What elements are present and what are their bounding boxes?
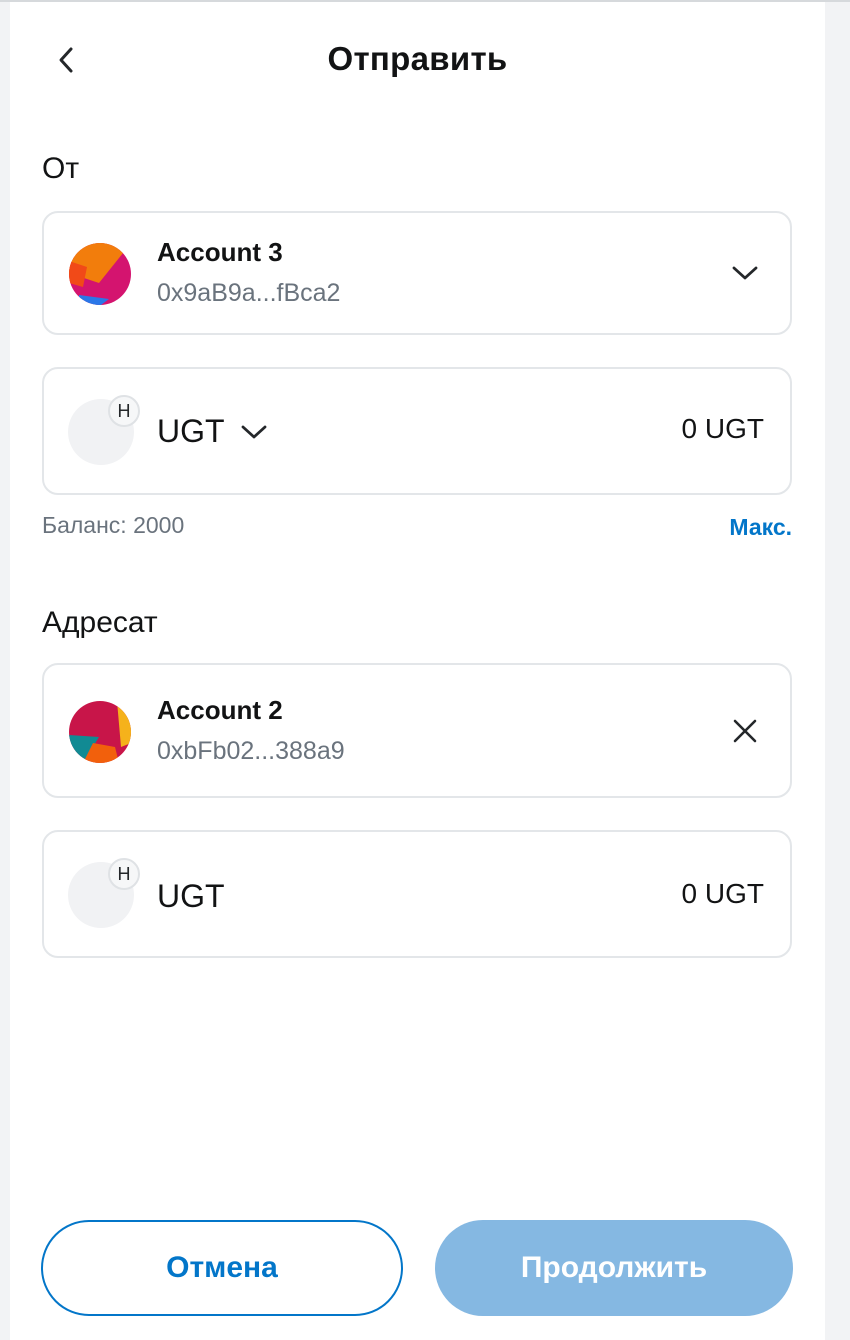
balance-text: Баланс: 2000 xyxy=(42,512,185,538)
max-button[interactable]: Макс. xyxy=(729,514,792,541)
account-2-avatar xyxy=(69,701,131,763)
from-account-address: 0x9aB9a...fBca2 xyxy=(157,279,341,307)
asset-dropdown-button[interactable] xyxy=(237,417,271,447)
chevron-down-icon xyxy=(732,266,758,280)
amount-input[interactable]: 0 UGT xyxy=(682,413,764,445)
receive-amount: 0 UGT xyxy=(681,878,764,909)
to-account-address: 0xbFb02...388a9 xyxy=(157,737,345,765)
right-gutter xyxy=(825,2,850,1340)
to-account-card: Account 2 0xbFb02...388a9 xyxy=(42,663,792,798)
cancel-button[interactable]: Отмена xyxy=(41,1220,403,1316)
from-asset-card: H UGT 0 UGT xyxy=(42,367,792,495)
from-account-dropdown[interactable] xyxy=(727,255,763,291)
from-label: От xyxy=(42,152,80,185)
to-label: Адресат xyxy=(42,606,158,639)
to-asset-card: H UGT 0 UGT xyxy=(42,830,792,958)
token-symbol: UGT xyxy=(157,413,225,449)
to-account-name: Account 2 xyxy=(157,695,283,725)
account-3-avatar xyxy=(69,243,131,305)
left-gutter xyxy=(0,2,10,1340)
page-title: Отправить xyxy=(327,40,508,77)
network-badge: H xyxy=(108,858,140,890)
chevron-down-icon xyxy=(241,425,267,439)
header: Отправить xyxy=(10,2,825,112)
network-badge: H xyxy=(108,395,140,427)
from-account-name: Account 3 xyxy=(157,237,283,267)
continue-button[interactable]: Продолжить xyxy=(435,1220,793,1316)
clear-recipient-button[interactable] xyxy=(727,713,763,749)
close-icon xyxy=(733,719,757,743)
token-symbol: UGT xyxy=(157,878,225,914)
from-account-selector[interactable]: Account 3 0x9aB9a...fBca2 xyxy=(42,211,792,335)
